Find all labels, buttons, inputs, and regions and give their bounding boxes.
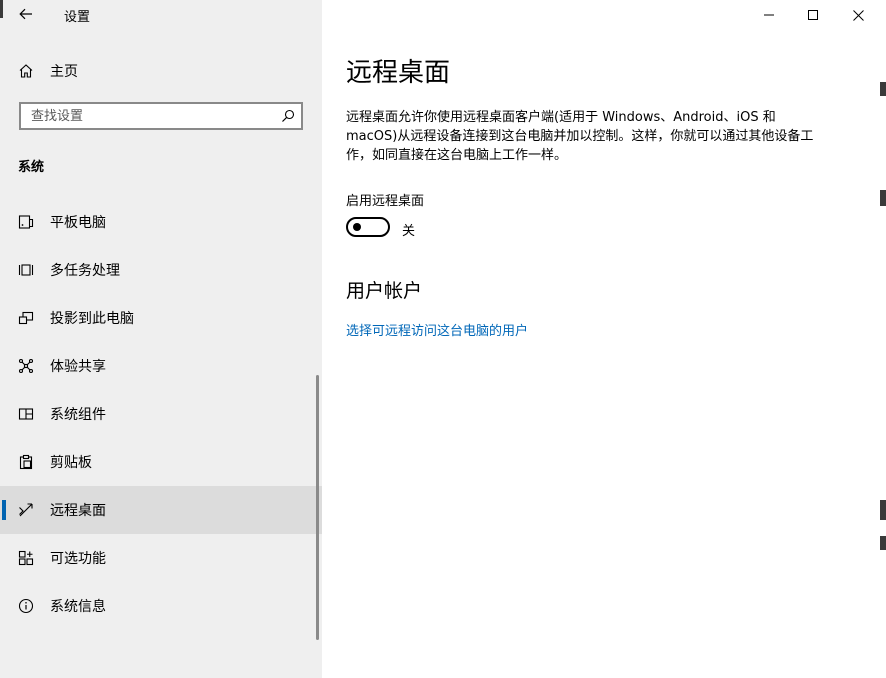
sidebar-item-label: 体验共享 [50,359,106,375]
sidebar-item-project[interactable]: 投影到此电脑 [0,294,322,342]
sidebar-item-label: 平板电脑 [50,215,106,231]
sidebar-item-label: 系统信息 [50,599,106,615]
sidebar-item-shared-experiences[interactable]: 体验共享 [0,342,322,390]
multitask-icon [18,262,34,278]
sidebar-item-tablet[interactable]: 平板电脑 [0,198,322,246]
home-icon [18,63,34,79]
remote-desktop-icon [18,502,34,518]
selection-indicator [2,500,6,520]
toggle-label: 启用远程桌面 [346,194,425,209]
select-users-link[interactable]: 选择可远程访问这台电脑的用户 [346,320,528,339]
page-title: 远程桌面 [346,58,451,88]
components-icon [18,406,34,422]
home-label: 主页 [50,64,78,80]
sidebar-item-label: 系统组件 [50,407,106,423]
project-icon [18,310,34,326]
sidebar-item-clipboard[interactable]: 剪贴板 [0,438,322,486]
info-icon [18,598,34,614]
share-icon [18,358,34,374]
app-title: 设置 [64,10,91,25]
maximize-icon [808,10,818,20]
tablet-icon [18,214,34,230]
sidebar-item-label: 远程桌面 [50,503,106,519]
sidebar-item-about[interactable]: 系统信息 [0,582,322,630]
close-icon [852,9,864,21]
page-description: 远程桌面允许你使用远程桌面客户端(适用于 Windows、Android、iOS… [346,110,814,163]
sidebar-item-components[interactable]: 系统组件 [0,390,322,438]
search-icon[interactable] [281,109,295,123]
sidebar-scrollbar[interactable] [316,375,319,640]
search-input[interactable] [21,104,271,128]
clipboard-icon [18,454,34,470]
toggle-state-label: 关 [402,224,416,239]
remote-desktop-toggle[interactable] [346,217,390,237]
sidebar-item-label: 投影到此电脑 [50,311,134,327]
maximize-button[interactable] [790,0,836,30]
back-button[interactable] [12,2,40,26]
toggle-knob [353,223,361,231]
close-button[interactable] [835,0,881,30]
sidebar-item-label: 剪贴板 [50,455,92,471]
back-arrow-icon [19,8,32,20]
settings-window: 设置 主页 系统 平板电脑 多任务处理 [0,0,886,678]
sidebar-item-home[interactable]: 主页 [0,52,322,90]
section-title: 系统 [18,160,45,175]
sidebar-item-label: 多任务处理 [50,263,120,279]
sidebar-item-optional-features[interactable]: 可选功能 [0,534,322,582]
sidebar-item-multitask[interactable]: 多任务处理 [0,246,322,294]
minimize-icon [764,14,774,16]
user-accounts-heading: 用户帐户 [346,280,423,302]
minimize-button[interactable] [746,0,792,30]
background-window-edge [0,0,3,18]
background-window-edge [880,500,886,520]
background-window-edge [880,190,886,206]
background-window-edge [880,82,886,96]
sidebar: 设置 主页 系统 平板电脑 多任务处理 [0,0,322,678]
background-window-edge [880,536,886,550]
sidebar-item-label: 可选功能 [50,551,106,567]
sidebar-item-remote-desktop[interactable]: 远程桌面 [0,486,322,534]
optional-features-icon [18,550,34,566]
search-box [19,102,303,130]
